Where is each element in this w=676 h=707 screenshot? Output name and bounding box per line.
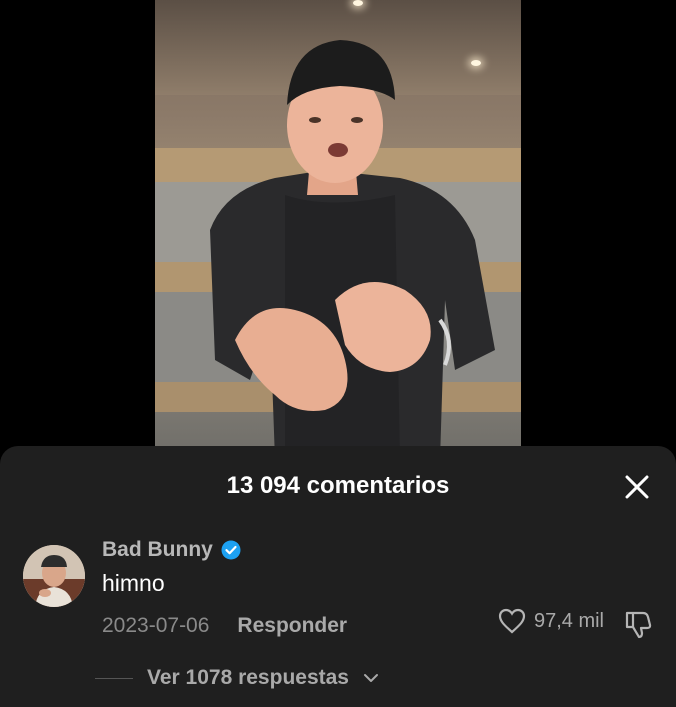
video-player[interactable] — [0, 0, 676, 460]
avatar-image — [23, 545, 85, 607]
comment-date: 2023-07-06 — [102, 614, 210, 637]
like-button[interactable]: 97,4 mil — [498, 608, 604, 634]
comments-sheet: 13 094 comentarios Bad Bunny himno 2023-… — [0, 446, 676, 707]
video-person — [210, 40, 495, 460]
chevron-down-icon — [363, 674, 378, 682]
view-replies-label: Ver 1078 respuestas — [147, 666, 349, 689]
video-frame[interactable] — [155, 0, 521, 460]
avatar[interactable] — [23, 545, 85, 607]
verified-badge-icon — [221, 540, 241, 560]
comment-text: himno — [102, 570, 165, 596]
comment-username[interactable]: Bad Bunny — [102, 538, 213, 562]
replies-divider — [95, 677, 133, 679]
comment-author-row: Bad Bunny — [102, 538, 241, 562]
like-count: 97,4 mil — [533, 609, 604, 632]
heart-icon — [498, 608, 526, 634]
reply-button[interactable]: Responder — [237, 614, 347, 638]
close-icon[interactable] — [624, 474, 650, 500]
dislike-icon[interactable] — [622, 608, 654, 640]
view-replies-button[interactable]: Ver 1078 respuestas — [95, 666, 379, 690]
comments-count-title: 13 094 comentarios — [226, 472, 450, 499]
comment-meta: 2023-07-06 Responder — [102, 614, 347, 638]
